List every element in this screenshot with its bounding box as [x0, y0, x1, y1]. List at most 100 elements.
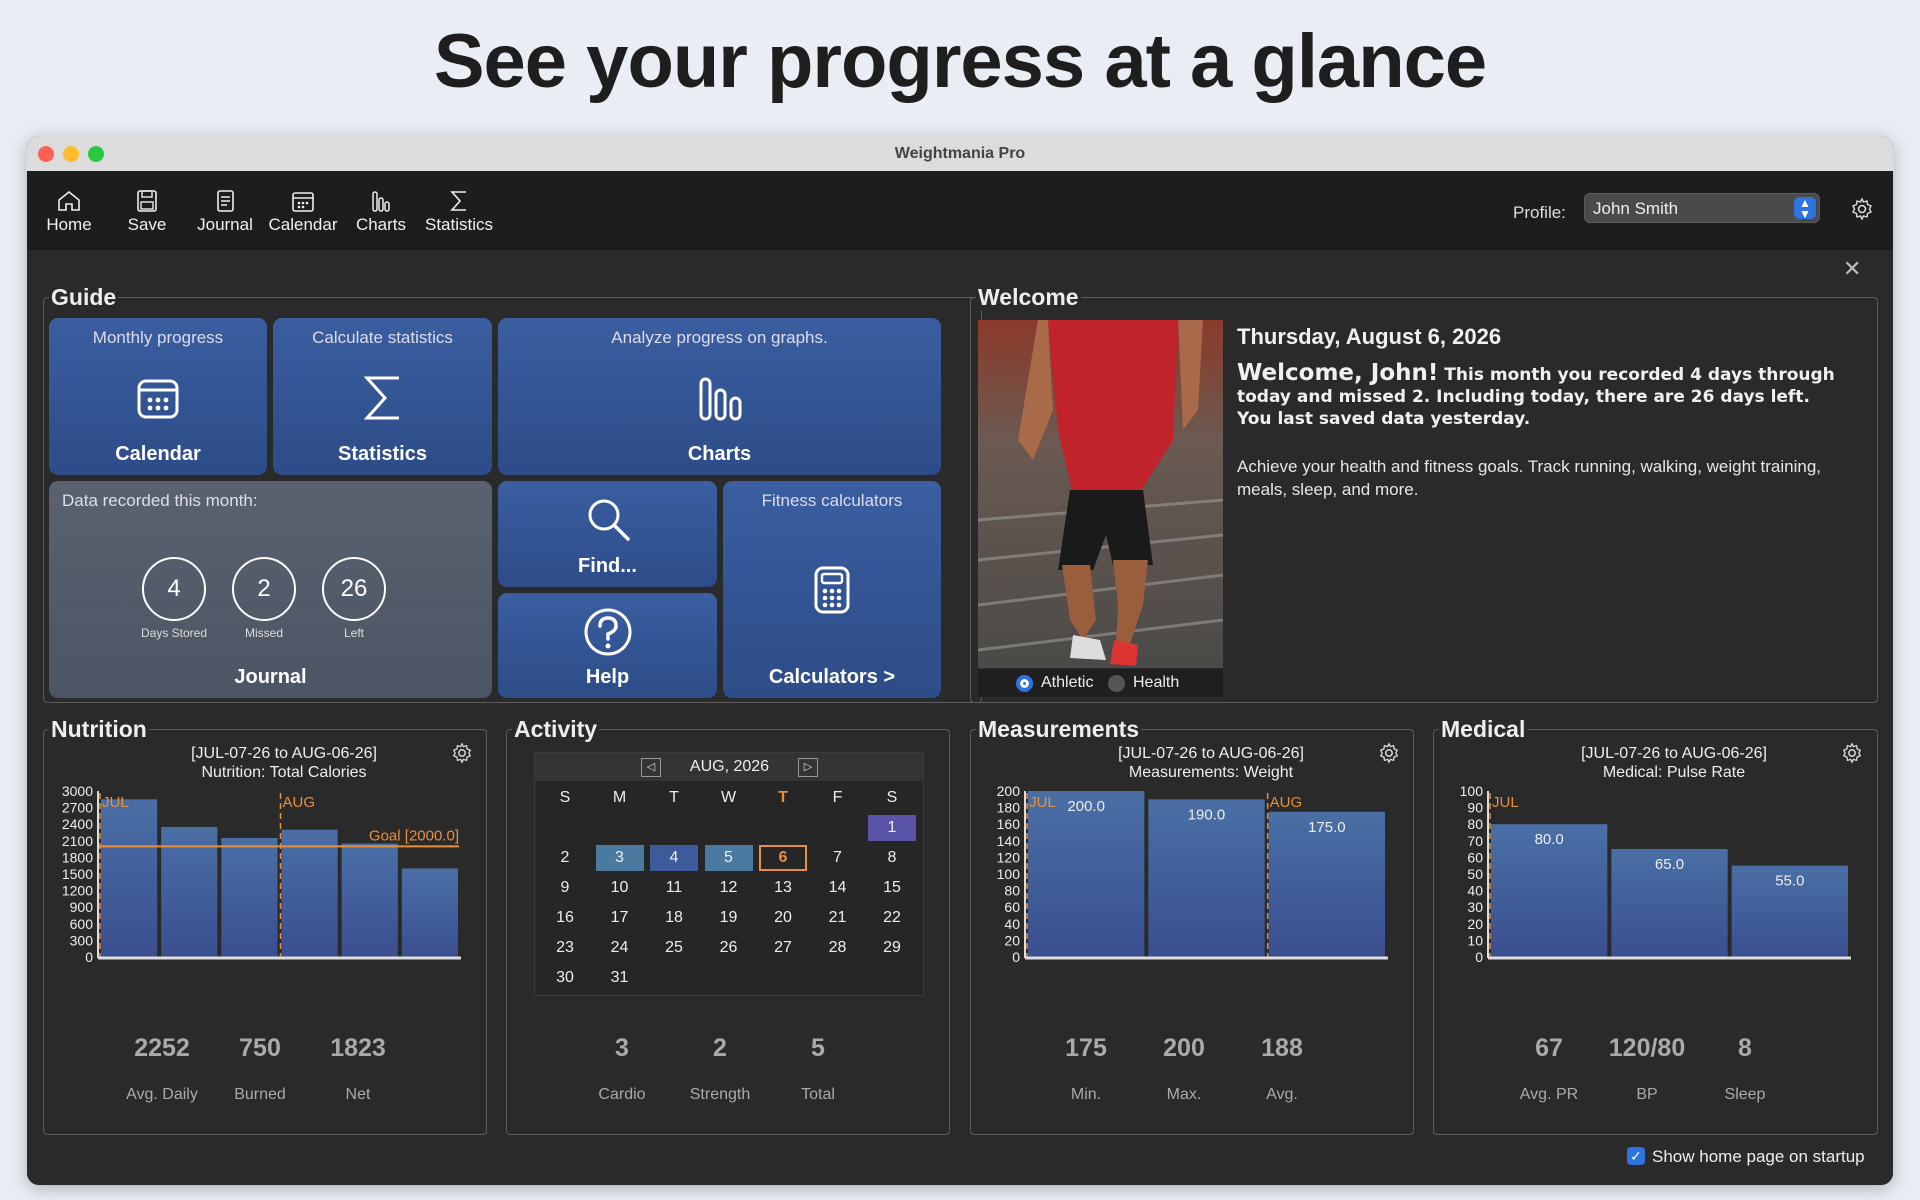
calendar-day[interactable]: 31 — [596, 965, 644, 991]
sigma-icon — [363, 376, 399, 420]
bar — [221, 838, 278, 957]
guide-statistics-tile[interactable]: Calculate statistics Statistics — [273, 318, 492, 475]
title-bar: Weightmania Pro — [27, 136, 1893, 171]
prev-month-button[interactable]: ◁ — [641, 758, 661, 777]
toolbar-save-button[interactable]: Save — [108, 189, 186, 235]
y-tick-label: 0 — [85, 949, 93, 965]
athletic-label: Athletic — [1041, 674, 1094, 691]
charts-icon — [372, 191, 390, 212]
y-tick-label: 180 — [997, 800, 1021, 816]
profile-select[interactable]: John Smith ▲ ▼ — [1584, 193, 1820, 223]
nutrition-stat-label: Burned — [234, 1086, 286, 1103]
settings-gear-icon[interactable] — [1850, 197, 1874, 221]
toolbar-statistics-button[interactable]: Statistics — [420, 189, 498, 235]
bar-value-label: 55.0 — [1775, 873, 1804, 890]
toolbar-journal-button[interactable]: Journal — [186, 189, 264, 235]
calendar-day[interactable]: 23 — [541, 935, 589, 961]
calendar-day[interactable]: 15 — [868, 875, 916, 901]
guide-calendar-tile[interactable]: Monthly progress Calendar — [49, 318, 267, 475]
y-tick-label: 1200 — [62, 883, 93, 899]
activity-stat-label: Cardio — [598, 1086, 646, 1103]
statistics-tile-caption: Calculate statistics — [312, 328, 453, 347]
calendar-day[interactable]: 12 — [705, 875, 753, 901]
activity-title: Activity — [512, 716, 600, 743]
calendar-day[interactable]: 27 — [759, 935, 807, 961]
calendar-day[interactable]: 22 — [868, 905, 916, 931]
calendar-day[interactable]: 10 — [596, 875, 644, 901]
toolbar-calendar-button[interactable]: Calendar — [264, 189, 342, 235]
health-radio[interactable] — [1108, 675, 1125, 692]
y-tick-label: 100 — [997, 866, 1021, 882]
calendar-day[interactable]: 5 — [704, 845, 753, 871]
calendar-day[interactable]: 30 — [541, 965, 589, 991]
calendar-day[interactable]: 26 — [705, 935, 753, 961]
y-tick-label: 900 — [70, 899, 94, 915]
calendar-day[interactable]: 9 — [541, 875, 589, 901]
calendar-day[interactable]: 1 — [868, 815, 916, 841]
home-content: ✕ Guide Monthly progress Calendar Calcul… — [27, 250, 1893, 1185]
find-tile-label: Find... — [578, 555, 637, 577]
guide-calculators-tile[interactable]: Fitness calculators Calculators > — [723, 481, 941, 698]
toolbar-home-button[interactable]: Home — [30, 189, 108, 235]
calendar-day[interactable]: 8 — [868, 845, 916, 871]
calendar-day[interactable]: 25 — [650, 935, 698, 961]
measurements-stat-label: Max. — [1166, 1086, 1202, 1103]
calendar-day[interactable]: 20 — [759, 905, 807, 931]
guide-help-tile[interactable]: Help — [498, 593, 717, 698]
calendar-day[interactable]: 13 — [759, 875, 807, 901]
welcome-body: Achieve your health and fitness goals. T… — [1237, 457, 1821, 499]
y-tick-label: 10 — [1467, 932, 1483, 948]
welcome-title: Welcome — [976, 284, 1081, 311]
calendar-tile-caption: Monthly progress — [92, 328, 224, 347]
y-tick-label: 0 — [1475, 949, 1483, 965]
calendar-weekday: M — [612, 789, 627, 806]
welcome-date: Thursday, August 6, 2026 — [1237, 324, 1502, 349]
days-stored-circle: 4 — [142, 557, 206, 621]
activity-stat-value: 5 — [811, 1034, 825, 1062]
guide-charts-tile[interactable]: Analyze progress on graphs. Charts — [498, 318, 941, 475]
calendar-day[interactable]: 21 — [814, 905, 862, 931]
calendar-day[interactable]: 7 — [814, 845, 862, 871]
calendar-day[interactable]: 19 — [705, 905, 753, 931]
calendar-day[interactable]: 11 — [650, 875, 698, 901]
nutrition-stat-label: Avg. Daily — [126, 1086, 198, 1103]
runner-photo — [978, 320, 1223, 668]
athletic-radio[interactable] — [1016, 675, 1033, 692]
measurements-range: [JUL-07-26 to AUG-06-26] — [1118, 745, 1304, 762]
calendar-day[interactable]: 24 — [596, 935, 644, 961]
photo-mode-bar: Athletic Health — [978, 669, 1223, 697]
close-home-icon[interactable]: ✕ — [1843, 256, 1861, 282]
y-tick-label: 1500 — [62, 866, 93, 882]
medical-stat-label: Sleep — [1724, 1086, 1766, 1103]
y-tick-label: 40 — [1467, 883, 1483, 899]
period-marker-label: AUG — [283, 794, 316, 811]
chevron-updown-icon: ▲ ▼ — [1794, 197, 1816, 220]
guide-journal-tile[interactable]: Data recorded this month: 4 Days Stored … — [49, 481, 492, 698]
calendar-day[interactable]: 29 — [868, 935, 916, 961]
toolbar-charts-button[interactable]: Charts — [342, 189, 420, 235]
guide-find-tile[interactable]: Find... — [498, 481, 717, 587]
profile-label: Profile: — [1513, 203, 1566, 222]
calendar-day[interactable]: 3 — [595, 845, 644, 871]
calendar-day[interactable]: 17 — [596, 905, 644, 931]
calendar-day[interactable]: 2 — [541, 845, 589, 871]
y-tick-label: 80 — [1004, 883, 1020, 899]
health-label: Health — [1133, 674, 1180, 691]
measurements-chart: 020406080100120140160180200 200.0 190.0 175… — [997, 785, 1388, 965]
missed-circle: 2 — [232, 557, 296, 621]
nutrition-chart: 03006009001200150018002100240027003000 JU… — [62, 785, 461, 965]
y-tick-label: 30 — [1467, 899, 1483, 915]
calendar-day[interactable]: 14 — [814, 875, 862, 901]
calendar-day[interactable]: 6 — [759, 845, 807, 871]
medical-stat-value: 67 — [1535, 1034, 1563, 1062]
calendar-day[interactable]: 16 — [541, 905, 589, 931]
y-tick-label: 140 — [997, 833, 1021, 849]
search-icon — [588, 499, 630, 541]
measurements-title: Measurements — [976, 716, 1142, 743]
calendar-day[interactable]: 4 — [650, 845, 698, 871]
show-startup-checkbox[interactable]: ✓ — [1627, 1147, 1645, 1165]
calendar-day[interactable]: 28 — [814, 935, 862, 961]
calendar-day[interactable]: 18 — [650, 905, 698, 931]
next-month-button[interactable]: ▷ — [798, 758, 818, 777]
charts-tile-caption: Analyze progress on graphs. — [611, 328, 828, 347]
